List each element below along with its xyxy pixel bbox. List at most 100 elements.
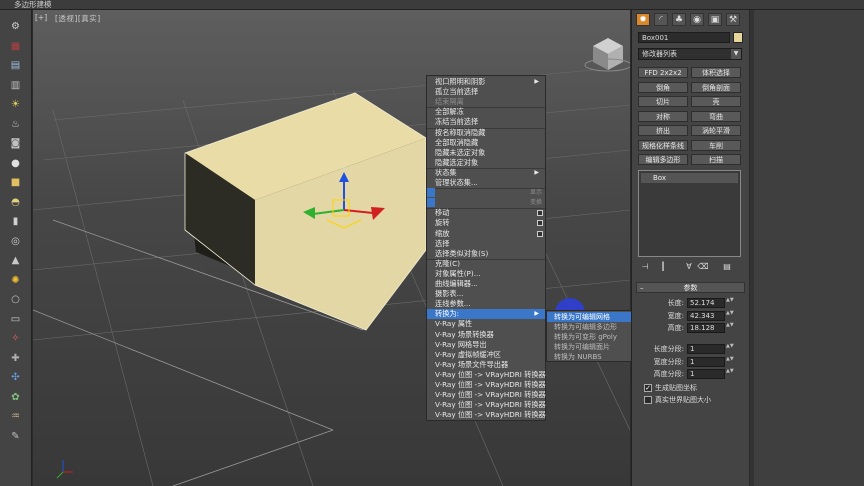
menu-item[interactable]: V-Ray 位图 -> VRayHDRI 转换器 (427, 400, 546, 410)
modifier-button[interactable]: 体积选择 (691, 67, 741, 78)
modifier-button[interactable]: 倒角剖面 (691, 81, 741, 93)
hierarchy-tab-icon[interactable]: ♣ (672, 13, 686, 26)
spinner-icon[interactable]: ▲▼ (726, 298, 734, 308)
light-bulb-icon[interactable]: ☀ (8, 98, 23, 112)
menu-item[interactable]: 全部取消隐藏 (427, 138, 545, 148)
menu-item[interactable]: 转换为: ▶ (427, 309, 545, 320)
show-end-result-icon[interactable]: ┃ (656, 261, 670, 272)
menu-item[interactable]: 旋转 (427, 218, 545, 228)
settings-box-icon[interactable] (537, 220, 543, 227)
warp-icon[interactable]: ✣ (8, 371, 23, 385)
render-frame-icon[interactable]: ▤ (8, 59, 23, 73)
modifier-button[interactable]: 壳 (691, 96, 741, 107)
stack-item-box[interactable]: Box (641, 173, 738, 183)
submenu-item[interactable]: 转换为可变形 gPoly (547, 332, 631, 342)
camera-icon[interactable]: ◙ (8, 137, 23, 151)
remove-modifier-icon[interactable]: ⌫ (696, 261, 710, 272)
helper-icon[interactable]: ✚ (8, 352, 23, 366)
menu-item[interactable]: 克隆(C) (427, 259, 545, 269)
sphere-icon[interactable]: ● (8, 157, 23, 171)
menu-item[interactable]: 曲线编辑器... (427, 279, 545, 289)
modifier-button[interactable]: 编辑多边形 (638, 154, 688, 165)
checkbox[interactable]: ✓ (644, 384, 652, 392)
modifier-stack[interactable]: Box (638, 170, 741, 257)
modifier-button[interactable]: 倒角 (638, 81, 688, 93)
menu-item[interactable]: 缩放 (427, 229, 545, 239)
submenu-item[interactable]: 转换为 NURBS (547, 352, 631, 362)
param-field[interactable]: 42.343 (687, 310, 725, 321)
menu-item[interactable]: V-Ray 位图 -> VRayHDRI 转换器 (427, 380, 546, 390)
menu-item[interactable]: 冻结当前选择 (427, 117, 545, 127)
cylinder-icon[interactable]: ▮ (8, 215, 23, 229)
menu-item[interactable]: 移动 (427, 208, 545, 218)
panel-scrollbar[interactable] (750, 10, 754, 486)
modifier-button[interactable]: 对称 (638, 110, 688, 122)
parameters-rollout-header[interactable]: – 参数 (636, 282, 745, 293)
spinner-icon[interactable]: ▲▼ (726, 344, 734, 354)
viewport-plus-label[interactable]: [+] (35, 13, 47, 22)
object-name-field[interactable]: Box001 (638, 32, 730, 43)
spinner-icon[interactable]: ▲▼ (726, 369, 734, 379)
menu-item[interactable]: 孤立当前选择 (427, 87, 545, 97)
spinner-icon[interactable]: ▲▼ (726, 310, 734, 321)
menu-item[interactable]: V-Ray 位图 -> VRayHDRI 转换器 (427, 410, 546, 420)
menu-item[interactable]: V-Ray 位图 -> VRayHDRI 转换器 (427, 390, 546, 400)
motion-tab-icon[interactable]: ◉ (690, 13, 704, 26)
menu-item[interactable]: 隐藏选定对象 (427, 158, 545, 168)
modifier-button[interactable]: 扫描 (691, 154, 741, 165)
cone-icon[interactable]: ▲ (8, 254, 23, 268)
menu-item[interactable]: 结束隔离 (427, 97, 545, 107)
submenu-item[interactable]: 转换为可编辑面片 (547, 342, 631, 352)
modifier-button[interactable]: 挤出 (638, 125, 688, 136)
viewcube-icon[interactable] (584, 38, 630, 72)
menu-item[interactable]: 状态集 ▶ (427, 168, 545, 178)
settings-box-icon[interactable] (537, 210, 543, 217)
modifier-button[interactable]: 车削 (691, 139, 741, 151)
brush-icon[interactable]: ✎ (8, 430, 23, 444)
material-editor-icon[interactable]: ▦ (8, 40, 23, 54)
pin-stack-icon[interactable]: ⊣ (638, 261, 652, 272)
modifier-button[interactable]: 涡轮平滑 (691, 125, 741, 136)
modifier-button[interactable]: FFD 2x2x2 (638, 67, 688, 78)
menu-item[interactable]: 隐藏未选定对象 (427, 148, 545, 158)
menu-item[interactable]: V-Ray 虚拟帧缓冲区 (427, 350, 545, 360)
menu-item[interactable]: 变换 (427, 198, 545, 208)
particle-icon[interactable]: ✧ (8, 332, 23, 346)
make-unique-icon[interactable]: ∀ (682, 261, 696, 272)
create-tab-icon[interactable]: ✹ (636, 13, 650, 26)
menu-item[interactable]: 摄影表... (427, 289, 545, 299)
menu-item[interactable]: V-Ray 场景转换器 (427, 330, 545, 340)
menu-item[interactable]: 连线参数... (427, 299, 545, 309)
menu-item[interactable]: V-Ray 场景文件导出器 (427, 360, 545, 370)
menu-item[interactable]: V-Ray 网格导出 (427, 340, 545, 350)
viewport-label[interactable]: [透视][真实] (55, 13, 101, 24)
menu-item[interactable]: 按名称取消隐藏 (427, 128, 545, 138)
teapot-icon[interactable]: ♨ (8, 118, 23, 132)
object-color-swatch[interactable] (733, 32, 743, 43)
menu-item[interactable]: 视口照明和阴影 ▶ (427, 77, 545, 87)
menu-item[interactable]: V-Ray 位图 -> VRayHDRI 转换器 (427, 370, 546, 380)
modifier-button[interactable]: 规格化样条线 (638, 139, 688, 151)
plane-icon[interactable]: ▭ (8, 313, 23, 327)
submenu-item[interactable]: 转换为可编辑网格 (547, 311, 631, 322)
param-field[interactable]: 1 (687, 344, 725, 354)
modifier-button[interactable]: 切片 (638, 96, 688, 107)
sun-icon[interactable]: ✺ (8, 274, 23, 288)
menu-item[interactable]: 选择类似对象(S) (427, 249, 545, 259)
display-tab-icon[interactable]: ▣ (708, 13, 722, 26)
param-field[interactable]: 52.174 (687, 298, 725, 308)
settings-box-icon[interactable] (537, 230, 543, 237)
gear-icon[interactable]: ✿ (8, 391, 23, 405)
hair-icon[interactable]: ♒ (8, 410, 23, 424)
menu-item[interactable]: 对象属性(P)... (427, 269, 545, 279)
menu-item[interactable]: 显示 (427, 188, 545, 198)
modifier-button[interactable]: 弯曲 (691, 110, 741, 122)
param-field[interactable]: 1 (687, 369, 725, 379)
sphere-small-icon[interactable]: ○ (8, 293, 23, 307)
submenu-item[interactable]: 转换为可编辑多边形 (547, 322, 631, 332)
box-icon[interactable]: ■ (8, 176, 23, 190)
configure-modifier-sets-icon[interactable]: ▤ (720, 261, 734, 272)
menu-item[interactable]: 管理状态集... (427, 178, 545, 188)
spinner-icon[interactable]: ▲▼ (726, 356, 734, 367)
menu-item[interactable]: 全部解冻 (427, 107, 545, 117)
